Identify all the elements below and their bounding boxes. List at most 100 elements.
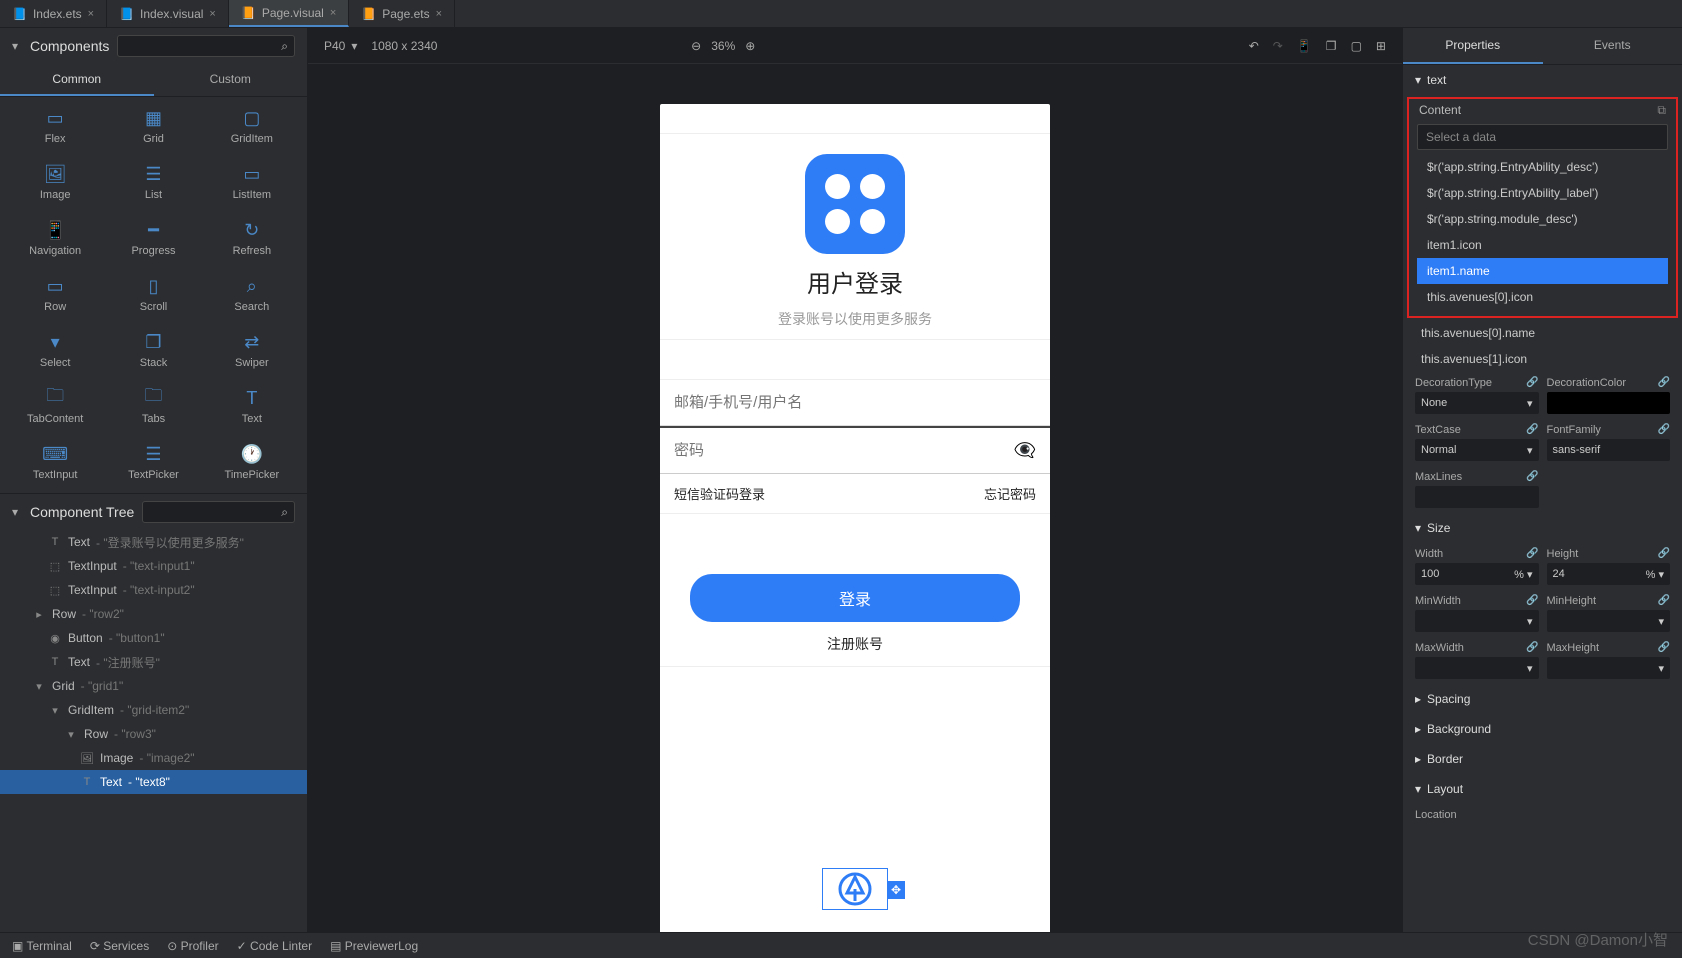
component-griditem[interactable]: ▢GridItem [205,103,299,151]
component-refresh[interactable]: ↻Refresh [205,215,299,263]
tab-properties[interactable]: Properties [1403,28,1543,64]
tree-node-button[interactable]: ◉Button- "button1" [0,626,307,650]
component-row[interactable]: ▭Row [8,271,102,319]
redo-icon[interactable]: ↷ [1273,39,1283,53]
codelinter-tab[interactable]: ✓ Code Linter [237,939,312,953]
dropdown-option[interactable]: this.avenues[0].name [1403,320,1682,346]
tree-node-image[interactable]: 🖼Image- "image2" [0,746,307,770]
link-icon[interactable]: 🔗 [1526,424,1538,436]
height-input[interactable]: 24% ▾ [1547,563,1671,585]
tree-search[interactable]: ⌕ [142,501,295,523]
component-scroll[interactable]: ▯Scroll [106,271,200,319]
component-textpicker[interactable]: ☰TextPicker [106,439,200,487]
eye-off-icon[interactable]: 👁‍🗨 [1014,440,1036,461]
password-input[interactable] [660,428,1014,473]
component-grid[interactable]: ▦Grid [106,103,200,151]
component-navigation[interactable]: 📱Navigation [8,215,102,263]
dropdown-option[interactable]: this.avenues[0].icon [1417,284,1668,310]
sms-login-link[interactable]: 短信验证码登录 [674,484,765,503]
decoration-color-swatch[interactable] [1547,392,1671,414]
component-stack[interactable]: ❐Stack [106,327,200,375]
component-swiper[interactable]: ⇄Swiper [205,327,299,375]
dropdown-option[interactable]: $r('app.string.EntryAbility_label') [1417,180,1668,206]
section-text[interactable]: ▾text [1403,65,1682,95]
component-tabs[interactable]: 🗀Tabs [106,383,200,431]
component-textinput[interactable]: ⌨TextInput [8,439,102,487]
dropdown-option[interactable]: this.avenues[1].icon [1403,346,1682,372]
component-list[interactable]: ☰List [106,159,200,207]
login-button[interactable]: 登录 [690,574,1020,622]
tree-node-text[interactable]: TText- "登录账号以使用更多服务" [0,530,307,554]
tab-page-visual[interactable]: 📙Page.visual× [229,0,349,27]
undo-icon[interactable]: ↶ [1249,39,1259,53]
component-image[interactable]: 🖼Image [8,159,102,207]
grid-icon[interactable]: ⊞ [1376,39,1386,53]
tab-custom[interactable]: Custom [154,64,308,96]
chevron-down-icon[interactable]: ▾ [12,39,22,53]
section-background[interactable]: ▸Background [1403,714,1682,744]
tree-node-row[interactable]: ▸Row- "row2" [0,602,307,626]
chevron-down-icon[interactable]: ▾ [12,505,22,519]
device-selector[interactable]: P40▾ [324,39,357,53]
tree-node-textinput[interactable]: ⬚TextInput- "text-input2" [0,578,307,602]
dropdown-option[interactable]: $r('app.string.module_desc') [1417,206,1668,232]
close-icon[interactable]: × [436,8,442,20]
link-icon[interactable]: 🔗 [1658,424,1670,436]
tree-node-grid[interactable]: ▾Grid- "grid1" [0,674,307,698]
tree-node-row[interactable]: ▾Row- "row3" [0,722,307,746]
component-select[interactable]: ▾Select [8,327,102,375]
close-icon[interactable]: × [209,8,215,20]
phone-preview[interactable]: 用户登录 登录账号以使用更多服务 👁‍🗨 短信验证码登录 忘记密码 登录 注册账… [660,104,1050,932]
link-icon[interactable]: 🔗 [1526,471,1538,483]
section-spacing[interactable]: ▸Spacing [1403,684,1682,714]
close-icon[interactable]: × [88,8,94,20]
minwidth-input[interactable]: ▾ [1415,610,1539,632]
textcase-select[interactable]: Normal▾ [1415,439,1539,461]
device-icon[interactable]: 📱 [1297,39,1312,53]
section-size[interactable]: ▾Size [1403,513,1682,543]
component-search[interactable]: ⌕Search [205,271,299,319]
dropdown-option[interactable]: item1.icon [1417,232,1668,258]
link-icon[interactable]: 🔗 [1658,377,1670,389]
forgot-password-link[interactable]: 忘记密码 [984,484,1036,503]
terminal-tab[interactable]: ▣ Terminal [12,939,72,953]
minheight-input[interactable]: ▾ [1547,610,1671,632]
tab-events[interactable]: Events [1543,28,1682,64]
component-tabcontent[interactable]: 🗀TabContent [8,383,102,431]
dropdown-option[interactable]: $r('app.string.EntryAbility_desc') [1417,154,1668,180]
link-icon[interactable]: 🔗 [1526,377,1538,389]
zoom-out-icon[interactable]: ⊖ [691,39,701,53]
copy-icon[interactable]: ⧉ [1657,103,1666,118]
tab-common[interactable]: Common [0,64,154,96]
previewerlog-tab[interactable]: ▤ PreviewerLog [330,939,418,953]
tree-node-griditem[interactable]: ▾GridItem- "grid-item2" [0,698,307,722]
decoration-type-select[interactable]: None▾ [1415,392,1539,414]
overlap-icon[interactable]: ❐ [1326,39,1337,53]
maxwidth-input[interactable]: ▾ [1415,657,1539,679]
component-timepicker[interactable]: 🕐TimePicker [205,439,299,487]
tree-node-textinput[interactable]: ⬚TextInput- "text-input1" [0,554,307,578]
maxlines-input[interactable] [1415,486,1539,508]
tree-node-text[interactable]: TText- "注册账号" [0,650,307,674]
move-handle-icon[interactable]: ✥ [887,881,905,899]
selected-element-text8[interactable]: ✥ [822,868,888,910]
dropdown-option[interactable]: item1.name [1417,258,1668,284]
tab-page-ets[interactable]: 📙Page.ets× [349,0,455,27]
maxheight-input[interactable]: ▾ [1547,657,1671,679]
square-icon[interactable]: ▢ [1351,39,1362,53]
zoom-in-icon[interactable]: ⊕ [745,39,755,53]
services-tab[interactable]: ⟳ Services [90,939,149,953]
tree-node-text[interactable]: TText- "text8" [0,770,307,794]
section-layout[interactable]: ▾Layout [1403,774,1682,804]
component-text[interactable]: TText [205,383,299,431]
close-icon[interactable]: × [330,7,336,19]
section-border[interactable]: ▸Border [1403,744,1682,774]
width-input[interactable]: 100% ▾ [1415,563,1539,585]
components-search[interactable]: ⌕ [117,35,295,57]
component-flex[interactable]: ▭Flex [8,103,102,151]
register-link[interactable]: 注册账号 [660,630,1050,666]
tab-index-ets[interactable]: 📘Index.ets× [0,0,107,27]
fontfamily-input[interactable]: sans-serif [1547,439,1671,461]
tab-index-visual[interactable]: 📘Index.visual× [107,0,229,27]
component-progress[interactable]: ━Progress [106,215,200,263]
